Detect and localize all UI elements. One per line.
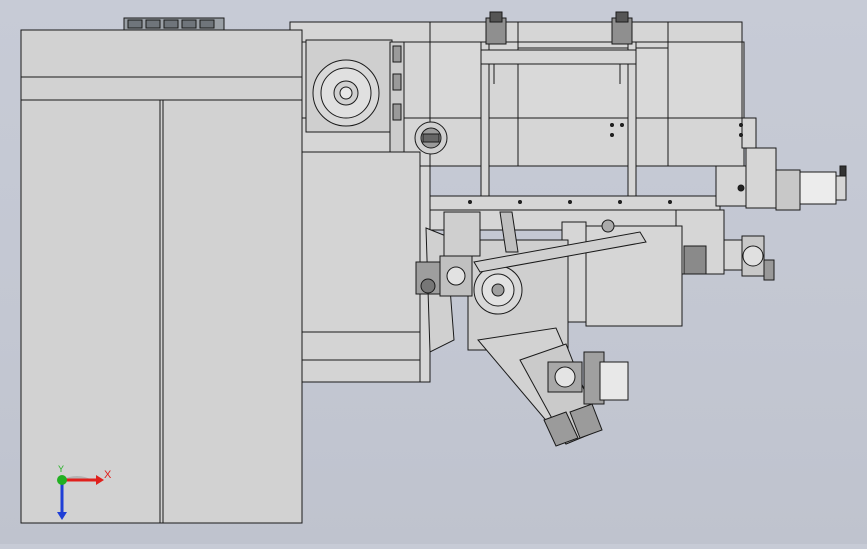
right-lower-motor[interactable] [675, 209, 775, 281]
left-cabinet[interactable] [20, 29, 303, 524]
coupling-flange[interactable] [414, 121, 448, 155]
y-axis-dot-icon [57, 475, 67, 485]
center-lower-panel[interactable] [301, 151, 431, 383]
inclined-spindle-arm[interactable] [477, 327, 629, 447]
cad-3d-viewport[interactable]: X Y [0, 0, 867, 544]
cad-drawing[interactable]: X Y [0, 0, 867, 544]
y-axis-label: Y [58, 464, 64, 474]
cable-chain[interactable] [123, 17, 225, 31]
swivel-head-block[interactable] [467, 211, 683, 351]
x-axis-label: X [104, 469, 112, 481]
